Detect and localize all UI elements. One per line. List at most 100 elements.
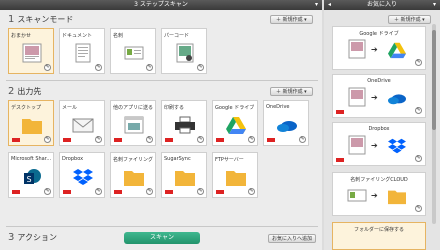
pdf-badge bbox=[114, 190, 122, 194]
document-icon bbox=[75, 43, 91, 63]
edit-icon[interactable]: ✎ bbox=[415, 155, 422, 162]
favorites-scrollbar[interactable] bbox=[432, 24, 436, 224]
dropbox-icon bbox=[388, 138, 406, 154]
output-card-filing-cloud[interactable]: 名刺ファイリングCL... ✎ bbox=[110, 152, 156, 198]
edit-icon[interactable]: ✎ bbox=[248, 136, 255, 143]
edit-icon[interactable]: ✎ bbox=[95, 136, 102, 143]
edit-icon[interactable]: ✎ bbox=[197, 188, 204, 195]
onedrive-icon bbox=[388, 94, 406, 105]
business-card-icon bbox=[124, 46, 144, 60]
arrow-icon: ➔ bbox=[371, 93, 378, 102]
pdf-badge bbox=[165, 190, 173, 194]
mail-icon bbox=[72, 118, 94, 133]
scan-mode-business-card[interactable]: 名刺 ✎ bbox=[110, 28, 156, 74]
svg-text:S: S bbox=[26, 175, 31, 184]
edit-icon[interactable]: ✎ bbox=[415, 205, 422, 212]
output-desktop[interactable]: デスクトップ ✎ bbox=[8, 100, 54, 146]
divider bbox=[6, 80, 318, 81]
photo-icon bbox=[22, 43, 42, 63]
back-icon[interactable]: ◂ bbox=[328, 0, 331, 10]
scan-mode-barcode[interactable]: パーコード ✎ bbox=[161, 28, 207, 74]
favorite-card-filing-cloud[interactable]: 名刺ファイリングCLOUD ➔ ✎ bbox=[332, 172, 426, 216]
output-sharepoint[interactable]: Microsoft Shar... S ✎ bbox=[8, 152, 54, 198]
pdf-badge bbox=[216, 190, 224, 194]
printer-icon bbox=[175, 116, 195, 134]
favorite-onedrive[interactable]: OneDrive ➔ ✎ bbox=[332, 74, 426, 118]
photo-icon bbox=[348, 87, 366, 107]
pdf-badge bbox=[336, 158, 344, 162]
app-icon bbox=[124, 116, 144, 134]
folder-icon bbox=[124, 171, 144, 186]
pdf-badge bbox=[12, 138, 20, 142]
favorite-dropbox[interactable]: Dropbox ➔ ✎ bbox=[332, 122, 426, 166]
output-other-app[interactable]: 他のアプリに送る ✎ bbox=[110, 100, 156, 146]
scan-panel: 3 ステップスキャン ▾ 1 スキャンモード ＋ 新規作成 ▾ おまかせ ✎ ドキ… bbox=[0, 0, 322, 250]
output-mail[interactable]: メール ✎ bbox=[59, 100, 105, 146]
output-print[interactable]: 印刷する ✎ bbox=[161, 100, 207, 146]
scan-titlebar: 3 ステップスキャン ▾ bbox=[0, 0, 322, 10]
business-card-icon bbox=[347, 189, 367, 202]
new-scan-mode-button[interactable]: ＋ 新規作成 ▾ bbox=[270, 15, 313, 24]
photo-icon bbox=[176, 43, 194, 63]
photo-icon bbox=[348, 135, 366, 155]
section-action: 3 アクション bbox=[8, 232, 57, 243]
new-output-button[interactable]: ＋ 新規作成 ▾ bbox=[270, 87, 313, 96]
folder-icon bbox=[226, 171, 246, 186]
arrow-icon: ➔ bbox=[371, 191, 378, 200]
edit-icon[interactable]: ✎ bbox=[299, 136, 306, 143]
edit-icon[interactable]: ✎ bbox=[146, 64, 153, 71]
edit-icon[interactable]: ✎ bbox=[248, 188, 255, 195]
onedrive-icon bbox=[277, 121, 297, 132]
pdf-badge bbox=[63, 190, 71, 194]
edit-icon[interactable]: ✎ bbox=[95, 64, 102, 71]
edit-icon[interactable]: ✎ bbox=[95, 188, 102, 195]
pdf-badge bbox=[267, 138, 275, 142]
dropbox-icon bbox=[73, 169, 93, 185]
section-output: 2 出力先 bbox=[8, 86, 42, 97]
favorite-google-drive[interactable]: Google ドライブ ➔ ✎ bbox=[332, 26, 426, 70]
scan-mode-auto[interactable]: おまかせ ✎ bbox=[8, 28, 54, 74]
output-sugarsync[interactable]: SugarSync ✎ bbox=[161, 152, 207, 198]
output-ftp-server[interactable]: FTPサーバー ✎ bbox=[212, 152, 258, 198]
scan-mode-document[interactable]: ドキュメント ✎ bbox=[59, 28, 105, 74]
pdf-badge bbox=[63, 138, 71, 142]
section-scan-mode: 1 スキャンモード bbox=[8, 14, 74, 25]
new-favorite-button[interactable]: ＋ 新規作成 ▾ bbox=[388, 15, 431, 24]
folder-icon bbox=[388, 190, 406, 205]
favorites-panel: ◂ お気に入り ▾ ＋ 新規作成 ▾ Google ドライブ ➔ ✎ OneDr… bbox=[324, 0, 440, 250]
folder-icon bbox=[22, 119, 42, 134]
edit-icon[interactable]: ✎ bbox=[197, 64, 204, 71]
edit-icon[interactable]: ✎ bbox=[146, 188, 153, 195]
edit-icon[interactable]: ✎ bbox=[415, 107, 422, 114]
edit-icon[interactable]: ✎ bbox=[44, 136, 51, 143]
edit-icon[interactable]: ✎ bbox=[44, 64, 51, 71]
google-drive-icon bbox=[226, 117, 246, 134]
arrow-icon: ➔ bbox=[371, 141, 378, 150]
scan-title: 3 ステップスキャン bbox=[134, 1, 188, 8]
edit-icon[interactable]: ✎ bbox=[415, 59, 422, 66]
pdf-badge bbox=[216, 138, 224, 142]
google-drive-icon bbox=[388, 42, 406, 59]
favorite-save-folder[interactable]: フォルダーに保存する bbox=[332, 222, 426, 250]
output-dropbox[interactable]: Dropbox ✎ bbox=[59, 152, 105, 198]
edit-icon[interactable]: ✎ bbox=[146, 136, 153, 143]
pdf-badge bbox=[336, 110, 344, 114]
pdf-badge bbox=[114, 138, 122, 142]
favorites-title: お気に入り bbox=[366, 1, 397, 8]
edit-icon[interactable]: ✎ bbox=[197, 136, 204, 143]
scrollbar-thumb[interactable] bbox=[432, 30, 436, 130]
pdf-badge bbox=[165, 138, 173, 142]
arrow-icon: ➔ bbox=[371, 45, 378, 54]
pdf-badge bbox=[12, 190, 20, 194]
close-icon[interactable]: ▾ bbox=[315, 0, 318, 10]
edit-icon[interactable]: ✎ bbox=[44, 188, 51, 195]
add-to-favorites-button[interactable]: お気に入りへ追加 bbox=[268, 234, 317, 243]
sharepoint-icon: S bbox=[24, 169, 41, 184]
output-onedrive[interactable]: OneDrive ✎ bbox=[263, 100, 309, 146]
photo-icon bbox=[348, 39, 366, 59]
output-google-drive[interactable]: Google ドライブ ✎ bbox=[212, 100, 258, 146]
divider bbox=[6, 226, 318, 227]
close-icon[interactable]: ▾ bbox=[433, 0, 436, 10]
folder-icon bbox=[175, 171, 195, 186]
scan-button[interactable]: スキャン bbox=[124, 232, 200, 244]
